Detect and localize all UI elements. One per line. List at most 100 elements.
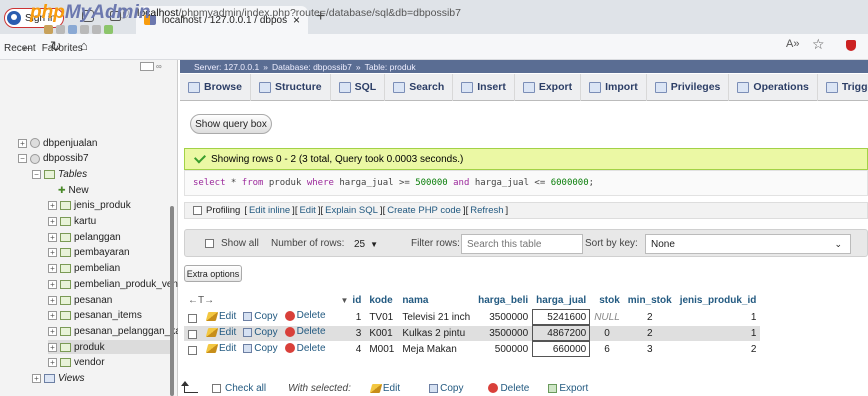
sidebar-database-dbpenjualan[interactable]: + dbpenjualan bbox=[18, 136, 98, 150]
sidebar-scrollbar[interactable] bbox=[168, 78, 176, 396]
phpmyadmin-logo[interactable]: phpMyAdmin bbox=[30, 2, 150, 24]
home-icon[interactable] bbox=[44, 25, 53, 34]
row-edit-button[interactable]: Edit bbox=[205, 343, 236, 354]
show-query-box-button[interactable]: Show query box bbox=[190, 114, 272, 134]
cell-stok[interactable]: 0 bbox=[590, 324, 624, 341]
row-copy-button[interactable]: Copy bbox=[243, 327, 278, 338]
sort-select[interactable]: None ⌄ bbox=[645, 234, 851, 254]
cell-nama[interactable]: Televisi 21 inch bbox=[398, 308, 475, 325]
scrollbar-thumb[interactable] bbox=[170, 206, 174, 396]
logout-icon[interactable] bbox=[56, 25, 65, 34]
row-delete-button[interactable]: Delete bbox=[284, 326, 326, 337]
column-header-kode[interactable]: kode bbox=[365, 292, 399, 309]
expand-icon[interactable]: + bbox=[48, 201, 57, 211]
cell-jenis_produk_id[interactable]: 1 bbox=[675, 324, 761, 341]
profiling-link-edit-inline[interactable]: Edit inline bbox=[249, 205, 290, 216]
cell-id[interactable]: 4 bbox=[336, 340, 366, 357]
bulk-edit-button[interactable]: Edit bbox=[369, 383, 400, 394]
column-header-nama[interactable]: nama bbox=[398, 292, 475, 309]
column-header-harga_beli[interactable]: harga_beli bbox=[474, 292, 533, 309]
cell-harga_jual[interactable]: 660000 bbox=[532, 340, 591, 357]
profiling-link-edit[interactable]: Edit bbox=[299, 205, 315, 216]
cell-jenis_produk_id[interactable]: 2 bbox=[675, 340, 761, 357]
cell-nama[interactable]: Meja Makan bbox=[398, 340, 475, 357]
cell-jenis_produk_id[interactable]: 1 bbox=[675, 308, 761, 325]
tab-structure[interactable]: Structure bbox=[251, 73, 331, 101]
tab-recent[interactable]: Recent bbox=[4, 43, 36, 54]
cell-stok[interactable]: 6 bbox=[590, 340, 624, 357]
expand-icon[interactable]: + bbox=[18, 138, 27, 148]
row-delete-button[interactable]: Delete bbox=[284, 310, 326, 321]
tab-insert[interactable]: Insert bbox=[453, 73, 515, 101]
check-all-label[interactable]: Check all bbox=[225, 383, 266, 394]
sidebar-item-jenis_produk[interactable]: + jenis_produk bbox=[48, 199, 131, 213]
expand-icon[interactable]: + bbox=[48, 264, 57, 274]
bulk-copy-button[interactable]: Copy bbox=[429, 383, 463, 394]
cell-stok[interactable]: NULL bbox=[590, 308, 624, 325]
row-delete-button[interactable]: Delete bbox=[284, 343, 326, 354]
read-aloud-icon[interactable]: A» bbox=[786, 38, 799, 50]
tab-import[interactable]: Import bbox=[581, 73, 647, 101]
expand-icon[interactable]: + bbox=[48, 342, 57, 352]
cell-id[interactable]: 3 bbox=[336, 324, 366, 341]
filter-input[interactable] bbox=[461, 234, 583, 254]
cell-harga_beli[interactable]: 500000 bbox=[474, 340, 533, 357]
sidebar-item-pesanan_pelanggan_ka[interactable]: + pesanan_pelanggan_ka bbox=[48, 324, 178, 338]
column-header-min_stok[interactable]: min_stok bbox=[623, 292, 676, 309]
check-all-checkbox[interactable] bbox=[212, 383, 221, 393]
bulk-delete-button[interactable]: Delete bbox=[488, 383, 529, 394]
breadcrumb-server[interactable]: Server: 127.0.0.1 bbox=[194, 62, 259, 72]
row-edit-button[interactable]: Edit bbox=[205, 327, 236, 338]
cell-kode[interactable]: M001 bbox=[365, 340, 399, 357]
cell-min_stok[interactable]: 2 bbox=[623, 308, 676, 325]
expand-icon[interactable]: + bbox=[48, 311, 57, 321]
tab-triggers[interactable]: Triggers bbox=[818, 74, 868, 101]
collapse-all-icon[interactable] bbox=[140, 62, 154, 71]
tab-export[interactable]: Export bbox=[515, 73, 582, 101]
column-header-stok[interactable]: stok bbox=[590, 292, 624, 309]
column-nav-arrows[interactable]: ←T→ bbox=[184, 292, 337, 309]
expand-icon[interactable]: + bbox=[48, 295, 57, 305]
link-icon[interactable]: ∞ bbox=[156, 62, 162, 71]
cell-kode[interactable]: K001 bbox=[365, 324, 399, 341]
reload-icon[interactable] bbox=[104, 25, 113, 34]
sidebar-item-vendor[interactable]: + vendor bbox=[48, 356, 105, 370]
row-checkbox[interactable] bbox=[188, 313, 197, 323]
sidebar-item-pembayaran[interactable]: + pembayaran bbox=[48, 246, 130, 260]
sidebar-database-dbpossib7[interactable]: − dbpossib7 bbox=[18, 152, 89, 166]
url-field[interactable]: ⓘ localhost/phpmyadmin/index.php?route=/… bbox=[118, 3, 758, 23]
rows-select[interactable]: 25 ▼ bbox=[349, 234, 385, 254]
expand-icon[interactable]: + bbox=[48, 326, 57, 336]
profiling-link-explain-sql[interactable]: Explain SQL bbox=[325, 205, 378, 216]
row-checkbox[interactable] bbox=[188, 329, 197, 339]
row-copy-button[interactable]: Copy bbox=[243, 311, 278, 322]
extension-shield-icon[interactable] bbox=[846, 40, 856, 51]
cell-kode[interactable]: TV01 bbox=[365, 308, 399, 325]
sidebar-tables-group[interactable]: − Tables bbox=[32, 167, 87, 181]
sidebar-new-table[interactable]: ✚ New bbox=[58, 183, 89, 197]
profiling-link-create-php-code[interactable]: Create PHP code bbox=[387, 205, 461, 216]
profiling-checkbox[interactable] bbox=[193, 206, 202, 215]
help-icon[interactable] bbox=[68, 25, 77, 34]
cell-nama[interactable]: Kulkas 2 pintu bbox=[398, 324, 475, 341]
tab-browse[interactable]: Browse bbox=[180, 73, 251, 101]
tab-favorites[interactable]: Favorites bbox=[42, 43, 83, 54]
show-all-checkbox[interactable] bbox=[205, 239, 214, 248]
expand-icon[interactable]: + bbox=[48, 248, 57, 258]
settings-icon[interactable] bbox=[92, 25, 101, 34]
breadcrumb-database[interactable]: Database: dbpossib7 bbox=[272, 62, 352, 72]
bulk-export-button[interactable]: Export bbox=[548, 383, 588, 394]
expand-icon[interactable]: + bbox=[32, 374, 41, 383]
cell-id[interactable]: 1 bbox=[336, 308, 366, 325]
sidebar-item-produk[interactable]: + produk bbox=[48, 340, 174, 355]
cell-harga_jual[interactable]: 5241600 bbox=[532, 308, 591, 325]
expand-icon[interactable]: + bbox=[48, 232, 57, 242]
tab-privileges[interactable]: Privileges bbox=[647, 73, 730, 101]
cell-harga_beli[interactable]: 3500000 bbox=[474, 324, 533, 341]
favorite-star-icon[interactable]: ☆ bbox=[812, 36, 825, 53]
column-header-harga_jual[interactable]: harga_jual bbox=[532, 292, 591, 309]
cell-min_stok[interactable]: 3 bbox=[623, 340, 676, 357]
expand-icon[interactable]: + bbox=[48, 217, 57, 226]
sidebar-item-pelanggan[interactable]: + pelanggan bbox=[48, 230, 121, 244]
docs-icon[interactable] bbox=[80, 25, 89, 34]
